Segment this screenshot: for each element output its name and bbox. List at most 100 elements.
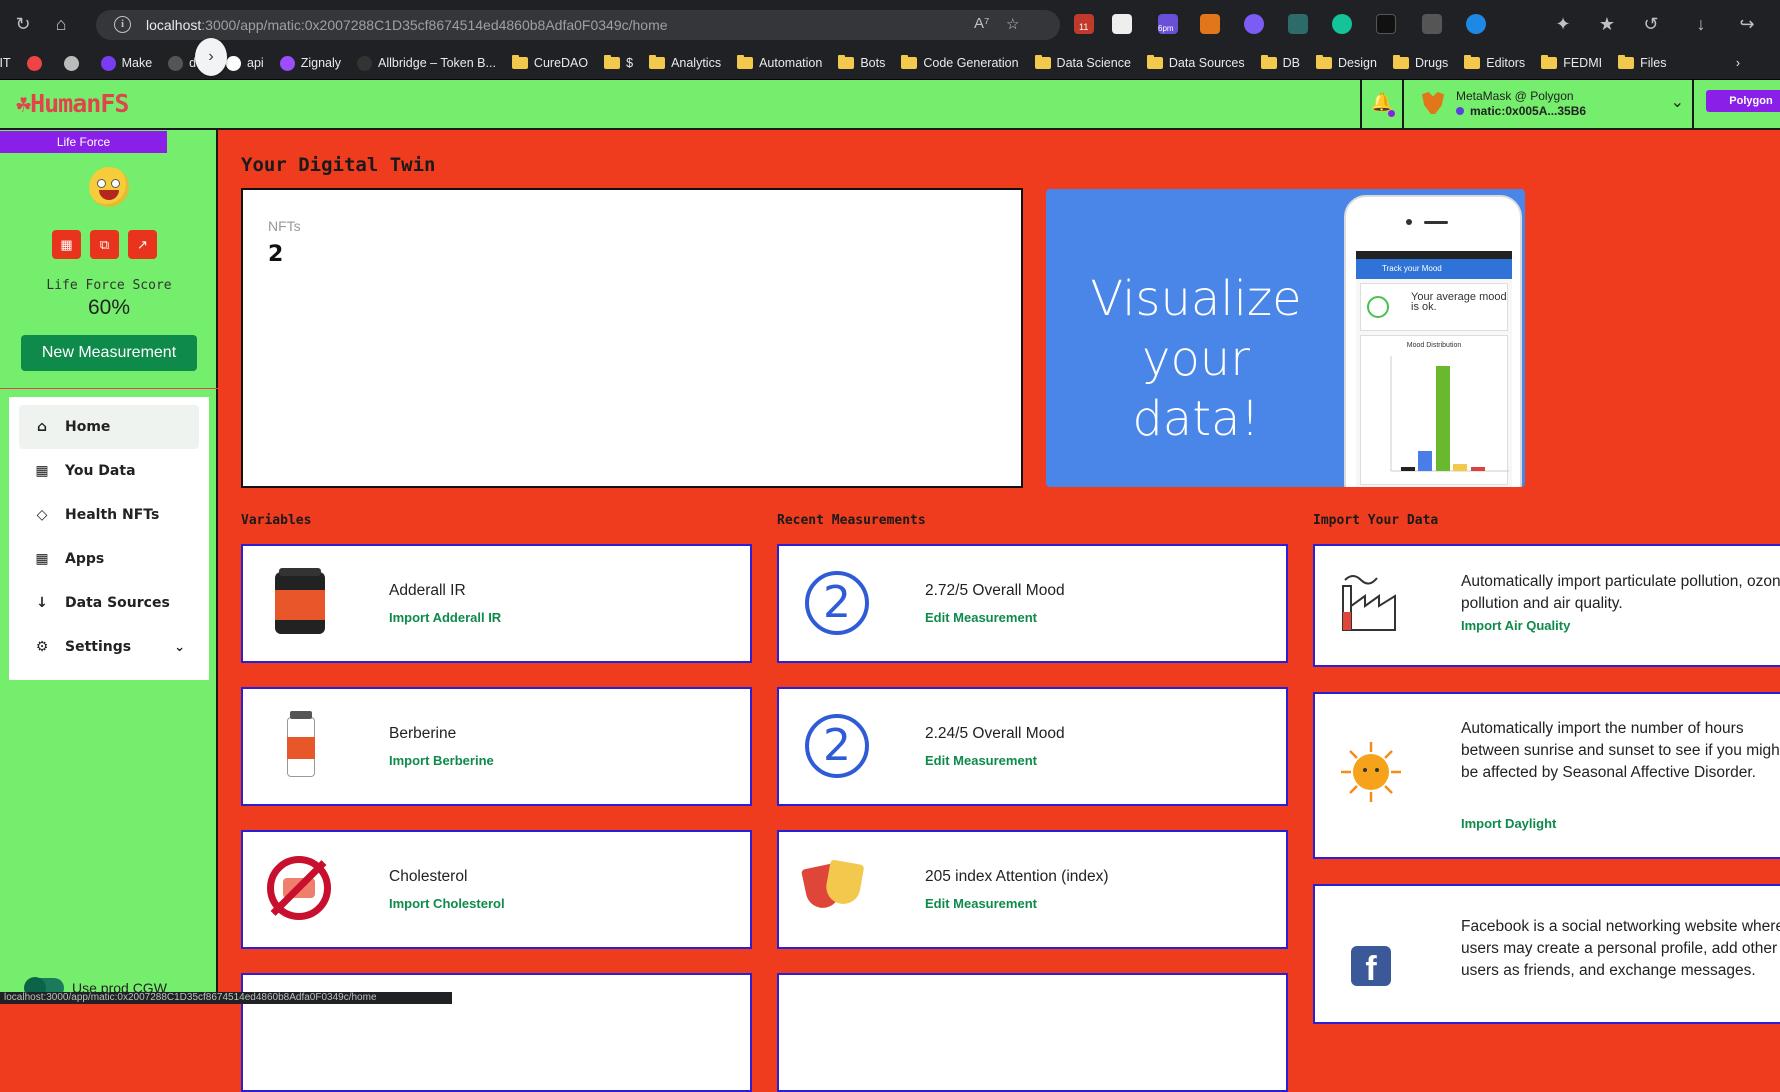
- bookmark-item[interactable]: DB: [1260, 55, 1300, 70]
- bookmark-item[interactable]: Code Generation: [901, 55, 1019, 70]
- copy-icon[interactable]: ⧉: [90, 230, 119, 259]
- grammarly-extension-icon[interactable]: [1332, 14, 1352, 34]
- new-measurement-button[interactable]: New Measurement: [21, 335, 197, 371]
- import-card[interactable]: Automatically import the number of hours…: [1313, 692, 1780, 859]
- bookmark-icon: [26, 55, 42, 71]
- network-dot-icon: [1456, 107, 1464, 115]
- import-card[interactable]: f Facebook is a social networking websit…: [1313, 884, 1780, 1024]
- bookmark-item[interactable]: Analytics: [649, 55, 721, 70]
- notifications-button[interactable]: 🔔: [1360, 80, 1404, 130]
- logo[interactable]: ☘HumanFS: [16, 89, 129, 118]
- import-link[interactable]: Import Air Quality: [1461, 618, 1570, 633]
- tool-extension-icon[interactable]: [1288, 14, 1308, 34]
- bookmark-icon: [168, 55, 184, 71]
- variable-card[interactable]: Adderall IR Import Adderall IR: [241, 544, 752, 663]
- bookmark-item[interactable]: IIT: [0, 56, 11, 70]
- folder-icon: [838, 55, 855, 69]
- measurement-card[interactable]: 205 index Attention (index) Edit Measure…: [777, 830, 1288, 949]
- markdown-extension-icon[interactable]: [1376, 14, 1396, 34]
- import-link[interactable]: Import Daylight: [1461, 816, 1556, 831]
- wallet-address: matic:0x005A...35B6: [1470, 104, 1587, 118]
- read-aloud-icon[interactable]: A⁷: [974, 15, 989, 32]
- edit-measurement-link[interactable]: Edit Measurement: [925, 753, 1037, 768]
- favorites-icon[interactable]: ★: [1596, 13, 1618, 35]
- address-bar[interactable]: i localhost:3000/app/matic:0x2007288C1D3…: [96, 10, 1060, 40]
- external-link-icon[interactable]: ↗: [128, 230, 157, 259]
- collapse-sidebar-button[interactable]: ›: [195, 38, 227, 76]
- bell-icon: 🔔: [1370, 92, 1394, 112]
- metamask-extension-icon[interactable]: [1200, 14, 1220, 34]
- sidebar-item-label: Home: [65, 419, 111, 435]
- bookmark-item[interactable]: $: [604, 55, 633, 70]
- edit-measurement-link[interactable]: Edit Measurement: [925, 896, 1037, 911]
- more-bookmarks-icon[interactable]: ›: [1736, 56, 1740, 70]
- life-force-tab[interactable]: Life Force: [0, 131, 167, 153]
- bookmark-item[interactable]: Allbridge – Token B...: [357, 55, 496, 71]
- import-link[interactable]: Import Cholesterol: [389, 896, 505, 911]
- sidebar-item-home[interactable]: ⌂ Home: [19, 405, 199, 449]
- url-text[interactable]: localhost:3000/app/matic:0x2007288C1D35c…: [146, 17, 668, 33]
- phone-app-bar: Track your Mood: [1356, 259, 1512, 279]
- variable-card[interactable]: [241, 973, 752, 1092]
- blue-extension-icon[interactable]: [1466, 14, 1486, 34]
- bookmark-item[interactable]: [26, 55, 48, 71]
- import-link[interactable]: Import Berberine: [389, 753, 494, 768]
- reload-icon[interactable]: ↻: [12, 13, 34, 35]
- bookmark-item[interactable]: Bots: [838, 55, 886, 70]
- bookmark-item[interactable]: CureDAO: [511, 55, 588, 70]
- puzzle-piece-icon[interactable]: [1422, 14, 1442, 34]
- bookmark-item[interactable]: Automation: [737, 55, 822, 70]
- wallet-address-row: matic:0x005A...35B6: [1456, 104, 1586, 118]
- sidebar-item-apps[interactable]: ▦ Apps: [19, 537, 199, 581]
- bookmark-item[interactable]: FEDMI: [1541, 55, 1602, 70]
- bookmark-item[interactable]: Design: [1316, 55, 1377, 70]
- folder-icon: [604, 55, 621, 69]
- sidebar-item-you-data[interactable]: ▦ You Data: [19, 449, 199, 493]
- variable-card[interactable]: Cholesterol Import Cholesterol: [241, 830, 752, 949]
- measurement-card[interactable]: 2 2.24/5 Overall Mood Edit Measurement: [777, 687, 1288, 806]
- extensions-icon[interactable]: ✦: [1552, 13, 1574, 35]
- visualize-promo-banner[interactable]: Visualize your data! Track your Mood You…: [1046, 189, 1525, 487]
- import-card[interactable]: Automatically import particulate polluti…: [1313, 544, 1780, 667]
- wallet-selector[interactable]: MetaMask @ Polygon matic:0x005A...35B6 ⌄: [1408, 80, 1696, 128]
- network-button[interactable]: Polygon: [1706, 90, 1780, 112]
- bookmark-item[interactable]: Editors: [1464, 55, 1525, 70]
- bookmark-item[interactable]: Zignaly: [279, 55, 341, 71]
- bookmark-item[interactable]: Data Sources: [1146, 55, 1245, 70]
- bookmark-item[interactable]: [63, 55, 85, 71]
- sidebar-item-label: Data Sources: [65, 595, 170, 611]
- download-icon[interactable]: ↓: [1690, 13, 1712, 35]
- edit-extension-icon[interactable]: [1112, 14, 1132, 34]
- bookmark-item[interactable]: Drugs: [1392, 55, 1448, 70]
- bookmark-label: api: [247, 56, 264, 70]
- import-description: Automatically import particulate polluti…: [1461, 573, 1780, 612]
- bookmark-item[interactable]: Make: [100, 55, 152, 71]
- sidebar-actions: ▦ ⧉ ↗: [52, 230, 157, 259]
- share-icon[interactable]: ↪: [1736, 13, 1758, 35]
- bookmark-item[interactable]: Data Science: [1034, 55, 1131, 70]
- measurement-card[interactable]: 2 2.72/5 Overall Mood Edit Measurement: [777, 544, 1288, 663]
- site-info-icon[interactable]: i: [114, 16, 131, 33]
- ghost-extension-icon[interactable]: [1244, 14, 1264, 34]
- bookmark-item[interactable]: api: [226, 55, 264, 71]
- measurement-name: 2.72/5 Overall Mood: [925, 582, 1065, 599]
- measurement-card[interactable]: [777, 973, 1288, 1092]
- variable-card[interactable]: Berberine Import Berberine: [241, 687, 752, 806]
- calendar-extension-icon[interactable]: 11: [1074, 14, 1094, 34]
- sidebar-item-settings[interactable]: ⚙ Settings ⌄: [19, 625, 199, 669]
- import-description: Automatically import the number of hours…: [1461, 720, 1780, 781]
- home-icon[interactable]: ⌂: [50, 13, 72, 35]
- sidebar-item-health-nfts[interactable]: ◇ Health NFTs: [19, 493, 199, 537]
- phone-mood-text: Your average mood is ok.: [1411, 291, 1507, 313]
- time-extension-icon[interactable]: 6pm: [1158, 14, 1178, 34]
- folder-icon: [1541, 55, 1558, 69]
- qr-code-icon[interactable]: ▦: [52, 230, 81, 259]
- history-icon[interactable]: ↺: [1640, 13, 1662, 35]
- sidebar-item-data-sources[interactable]: ↓ Data Sources: [19, 581, 199, 625]
- import-link[interactable]: Import Adderall IR: [389, 610, 501, 625]
- favorite-icon[interactable]: ☆: [1006, 15, 1019, 33]
- browser-toolbar: ↻ ⌂ i localhost:3000/app/matic:0x2007288…: [0, 0, 1780, 47]
- edit-measurement-link[interactable]: Edit Measurement: [925, 610, 1037, 625]
- bookmark-label: Bots: [860, 56, 886, 70]
- bookmark-item[interactable]: Files: [1618, 55, 1666, 70]
